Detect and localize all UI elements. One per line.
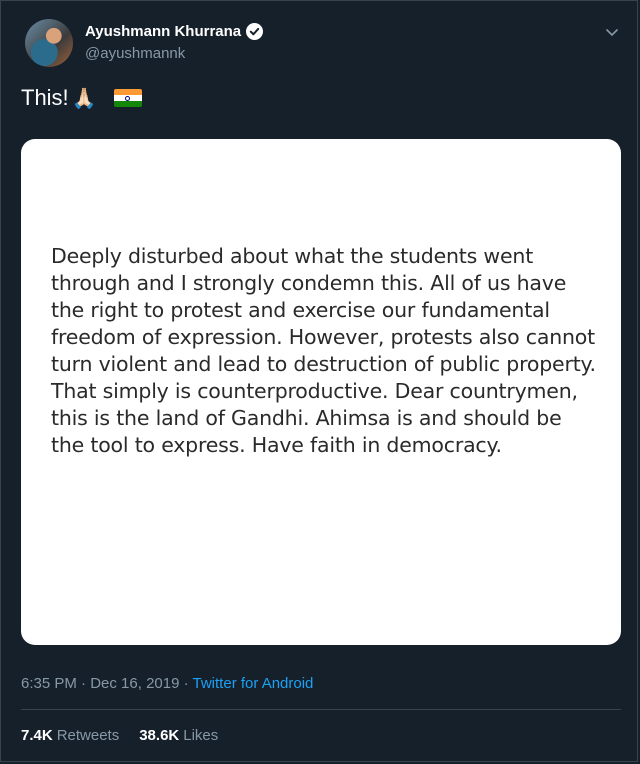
retweets-count: 7.4K	[21, 727, 53, 744]
tweet-header: Ayushmann Khurrana @ayushmannk	[21, 17, 621, 73]
retweets-label: Retweets	[56, 727, 120, 744]
meta-separator: ·	[179, 675, 193, 692]
card-statement-text: Deeply disturbed about what the students…	[51, 244, 596, 457]
retweets-stat[interactable]: 7.4K Retweets	[21, 727, 119, 744]
avatar[interactable]	[25, 19, 73, 67]
verified-badge-icon	[246, 23, 264, 40]
likes-stat[interactable]: 38.6K Likes	[139, 727, 218, 744]
tweet-container: Ayushmann Khurrana @ayushmannk This! 🙏🏻 …	[0, 0, 638, 762]
tweet-date[interactable]: Dec 16, 2019	[90, 675, 179, 692]
author-name-row: Ayushmann Khurrana	[85, 23, 264, 40]
likes-label: Likes	[183, 727, 219, 744]
likes-count: 38.6K	[139, 727, 180, 744]
tweet-image-card[interactable]: Deeply disturbed about what the students…	[21, 139, 621, 645]
tweet-source-link[interactable]: Twitter for Android	[193, 675, 314, 692]
author-name[interactable]: Ayushmann Khurrana	[85, 23, 241, 40]
tweet-text-content: This!	[21, 85, 69, 110]
tweet-meta: 6:35 PM · Dec 16, 2019 · Twitter for And…	[21, 675, 313, 692]
india-flag-icon	[113, 89, 142, 107]
author-handle[interactable]: @ayushmannk	[85, 45, 185, 62]
tweet-text: This! 🙏🏻	[21, 85, 142, 111]
tweet-time[interactable]: 6:35 PM	[21, 675, 77, 692]
divider	[21, 709, 621, 710]
chevron-down-icon[interactable]	[603, 23, 621, 41]
tweet-stats: 7.4K Retweets 38.6K Likes	[21, 727, 218, 744]
folded-hands-emoji: 🙏🏻	[71, 87, 97, 110]
meta-separator: ·	[76, 675, 91, 692]
